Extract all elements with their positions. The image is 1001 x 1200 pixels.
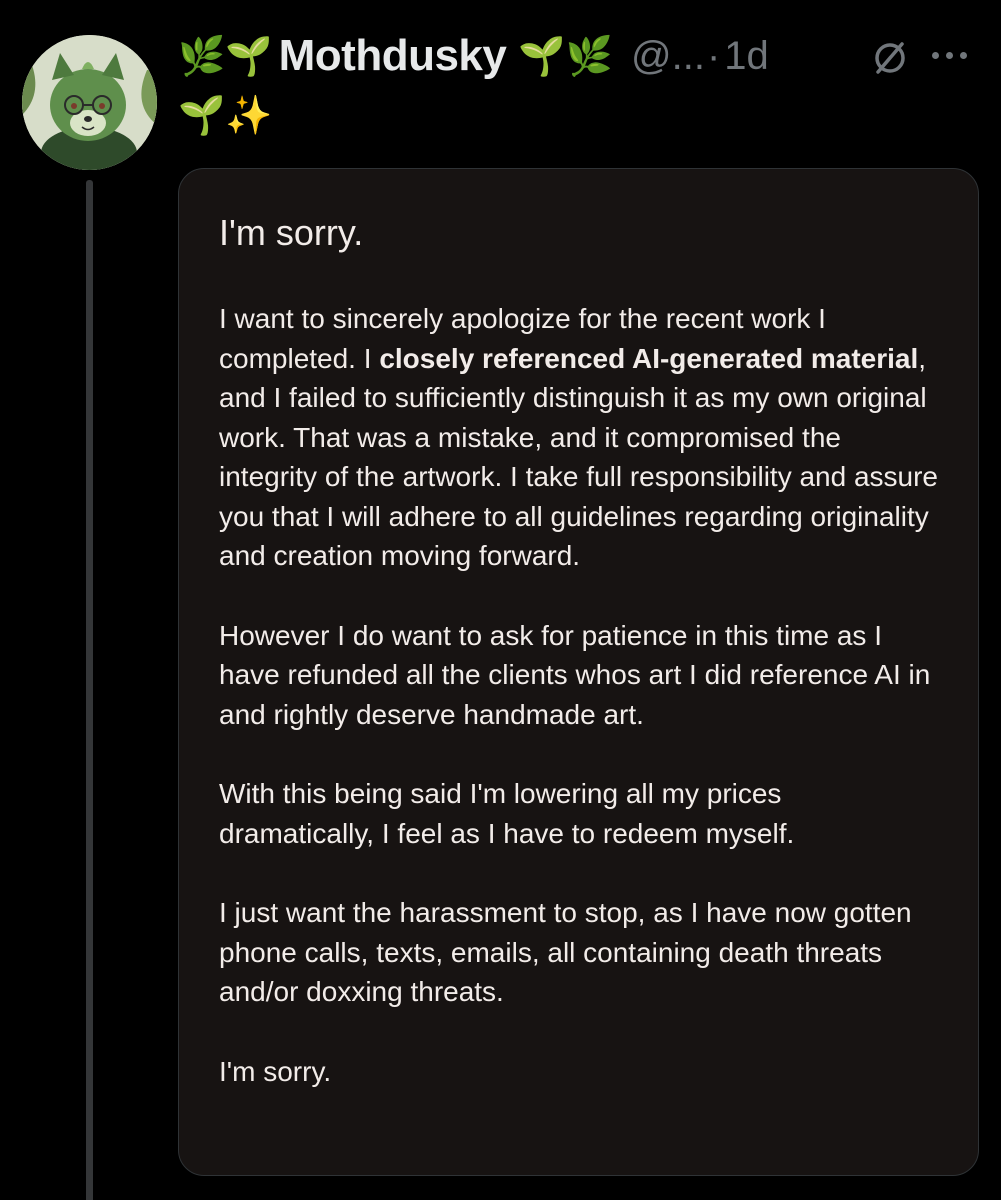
closing-line: I'm sorry. [219, 1055, 332, 1087]
paragraph-4: I just want the harassment to stop, as I… [219, 897, 912, 1007]
p1-bold: closely referenced AI-generated material [379, 342, 919, 374]
dot [960, 51, 967, 59]
attached-image-card[interactable]: I'm sorry. I want to sincerely apologize… [178, 168, 979, 1176]
user-handle[interactable]: @... [631, 34, 705, 79]
paragraph-2: However I do want to ask for patience in… [219, 619, 931, 730]
avatar[interactable] [22, 35, 157, 170]
post-header: 🌿🌱 Mothdusky 🌱🌿 @... · 1d [178, 24, 769, 88]
edit-slash-icon[interactable] [870, 38, 910, 78]
image-title: I'm sorry. [219, 212, 364, 253]
paragraph-3: With this being said I'm lowering all my… [219, 778, 795, 849]
display-name[interactable]: Mothdusky [279, 31, 507, 81]
name-line2-emoji: 🌱✨ [178, 93, 273, 137]
name-suffix-emoji: 🌱🌿 [518, 34, 614, 78]
thread-line [86, 180, 93, 1200]
p1-after-bold: , and I failed to sufficiently distingui… [219, 342, 939, 572]
more-options-icon[interactable] [932, 43, 974, 67]
dot [946, 51, 953, 59]
avatar-image [22, 35, 157, 170]
dot [932, 51, 939, 59]
name-prefix-emoji: 🌿🌱 [178, 34, 273, 78]
paragraph-1: I want to sincerely apologize for the re… [219, 299, 938, 576]
display-name-continued: 🌱✨ [178, 90, 273, 140]
timestamp[interactable]: 1d [724, 34, 769, 79]
separator: · [706, 33, 721, 78]
